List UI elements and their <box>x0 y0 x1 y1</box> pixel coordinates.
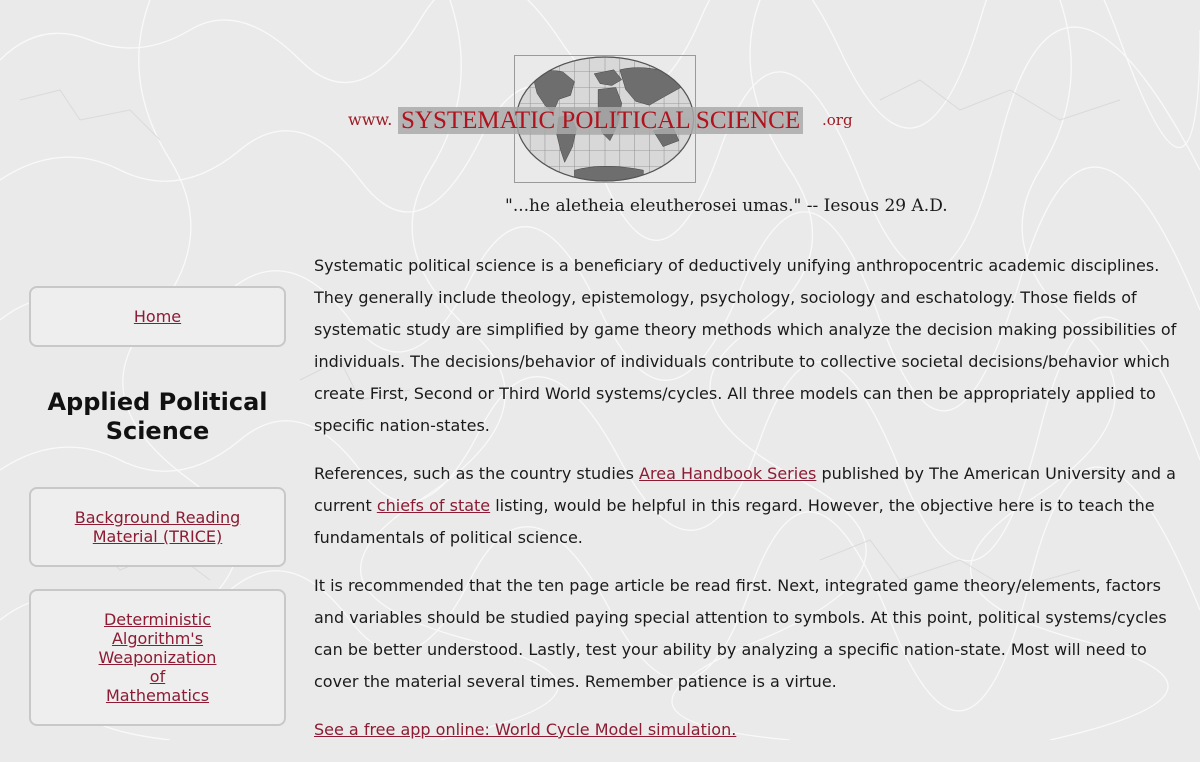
logo-suffix: .org <box>822 111 853 129</box>
algorithm-weaponization-link[interactable]: Deterministic Algorithm's Weaponization … <box>99 610 217 705</box>
section-title-line-1: Applied Political <box>47 388 268 416</box>
algorithm-link-line-4: of <box>149 667 166 686</box>
section-title-line-2: Science <box>105 417 210 445</box>
background-link-line-1: Background Reading <box>74 508 241 527</box>
logo-title: SYSTEMATIC POLITICAL SCIENCE <box>398 107 804 134</box>
main-content: Systematic political science is a benefi… <box>314 250 1188 762</box>
references-paragraph: References, such as the country studies … <box>314 458 1188 554</box>
background-link-line-2: Material (TRICE) <box>92 527 223 546</box>
site-logo[interactable]: www. SYSTEMATIC POLITICAL SCIENCE .org <box>348 55 858 185</box>
logo-prefix: www. <box>348 110 393 129</box>
recommendation-paragraph: It is recommended that the ten page arti… <box>314 576 1167 691</box>
world-cycle-app-link[interactable]: See a free app online: World Cycle Model… <box>314 720 736 739</box>
algorithm-link-line-2: Algorithm's <box>111 629 204 648</box>
algorithm-link-line-3: Weaponization <box>98 648 217 667</box>
chiefs-of-state-link[interactable]: chiefs of state <box>377 496 490 515</box>
algorithm-link-line-1: Deterministic <box>103 610 212 629</box>
intro-paragraph: Systematic political science is a benefi… <box>314 256 1177 435</box>
background-reading-link[interactable]: Background Reading Material (TRICE) <box>75 508 240 546</box>
background-reading-box: Background Reading Material (TRICE) <box>29 487 286 567</box>
app-link-paragraph: See a free app online: World Cycle Model… <box>314 714 1188 746</box>
references-text-1: References, such as the country studies <box>314 464 640 483</box>
home-link[interactable]: Home <box>134 307 181 326</box>
area-handbook-link[interactable]: Area Handbook Series <box>639 464 816 483</box>
algorithm-link-line-5: Mathematics <box>105 686 210 705</box>
sidebar-section-title: Applied Political Science <box>29 388 286 446</box>
header-quote: "...he aletheia eleutherosei umas." -- I… <box>505 196 948 216</box>
home-nav-box: Home <box>29 286 286 347</box>
algorithm-weaponization-box: Deterministic Algorithm's Weaponization … <box>29 589 286 726</box>
